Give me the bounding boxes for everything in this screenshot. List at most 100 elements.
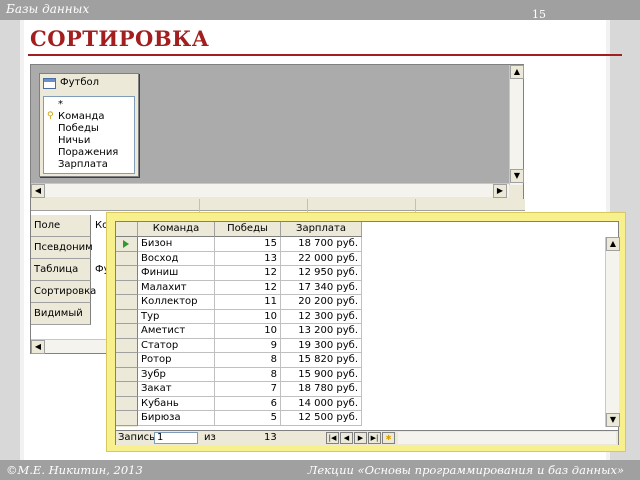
table-pane: Футбол * ⚲ Команда Победы Ничьи Поражени… (31, 65, 509, 183)
current-record-icon (123, 240, 129, 248)
scroll-down-button[interactable]: ▼ (510, 169, 524, 183)
column-header-team[interactable]: Команда (138, 222, 215, 237)
salary-cell[interactable]: 18 700 руб. (281, 237, 362, 252)
table-field-list-box[interactable]: Футбол * ⚲ Команда Победы Ничьи Поражени… (39, 73, 139, 177)
slide-title: СОРТИРОВКА (30, 26, 210, 51)
record-selector[interactable] (116, 382, 138, 397)
grid-row-label-sort: Сортировка (31, 281, 96, 303)
wins-cell[interactable]: 9 (215, 338, 281, 353)
salary-cell[interactable]: 12 300 руб. (281, 309, 362, 324)
footer-course: Лекции «Основы программирования и баз да… (307, 463, 624, 477)
salary-cell[interactable]: 15 820 руб. (281, 353, 362, 368)
record-navigator: Запись 1 из 13 |◀ ◀ ▶ ▶| ✱ (116, 430, 618, 445)
record-selector[interactable] (116, 411, 138, 426)
grid-row-label-alias: Псевдоним (31, 237, 93, 259)
record-selector[interactable] (116, 266, 138, 281)
record-selector[interactable] (116, 396, 138, 411)
scroll-up-button[interactable]: ▲ (606, 237, 620, 251)
record-selector[interactable] (116, 295, 138, 310)
record-selector[interactable] (116, 324, 138, 339)
slide-header-text: Базы данных (6, 2, 90, 16)
field-list: * ⚲ Команда Победы Ничьи Поражения Зарпл… (43, 96, 135, 174)
record-selector[interactable] (116, 237, 138, 252)
salary-cell[interactable]: 20 200 руб. (281, 295, 362, 310)
wins-cell[interactable]: 12 (215, 280, 281, 295)
wins-cell[interactable]: 8 (215, 353, 281, 368)
team-cell[interactable]: Восход (138, 251, 215, 266)
team-cell[interactable]: Аметист (138, 324, 215, 339)
datasheet-vscroll[interactable]: ▲ ▼ (605, 237, 620, 427)
team-cell[interactable]: Коллектор (138, 295, 215, 310)
team-cell[interactable]: Закат (138, 382, 215, 397)
team-cell[interactable]: Зубр (138, 367, 215, 382)
field-item[interactable]: Зарплата (58, 159, 108, 171)
last-record-button[interactable]: ▶| (368, 432, 381, 444)
record-selector[interactable] (116, 280, 138, 295)
wins-cell[interactable]: 12 (215, 266, 281, 281)
salary-cell[interactable]: 22 000 руб. (281, 251, 362, 266)
record-selector[interactable] (116, 367, 138, 382)
team-cell[interactable]: Кубань (138, 396, 215, 411)
grid-row-label-field: Поле (31, 215, 91, 237)
record-selector[interactable] (116, 309, 138, 324)
field-item[interactable]: * (58, 99, 63, 111)
primary-key-icon: ⚲ (47, 111, 54, 121)
team-cell[interactable]: Малахит (138, 280, 215, 295)
team-cell[interactable]: Финиш (138, 266, 215, 281)
next-record-button[interactable]: ▶ (354, 432, 367, 444)
wins-cell[interactable]: 13 (215, 251, 281, 266)
salary-cell[interactable]: 13 200 руб. (281, 324, 362, 339)
new-record-button[interactable]: ✱ (382, 432, 395, 444)
salary-cell[interactable]: 19 300 руб. (281, 338, 362, 353)
wins-cell[interactable]: 6 (215, 396, 281, 411)
record-selector[interactable] (116, 251, 138, 266)
salary-cell[interactable]: 15 900 руб. (281, 367, 362, 382)
grid-row-label-visible: Видимый (31, 303, 91, 325)
field-item[interactable]: Ничьи (58, 135, 90, 147)
field-item[interactable]: Команда (58, 111, 104, 123)
scroll-down-button[interactable]: ▼ (606, 413, 620, 427)
scroll-left-button[interactable]: ◀ (31, 340, 45, 354)
wins-cell[interactable]: 15 (215, 237, 281, 252)
team-cell[interactable]: Статор (138, 338, 215, 353)
wins-cell[interactable]: 10 (215, 324, 281, 339)
salary-cell[interactable]: 12 500 руб. (281, 411, 362, 426)
column-header-wins[interactable]: Победы (215, 222, 281, 237)
team-cell[interactable]: Тур (138, 309, 215, 324)
salary-cell[interactable]: 17 340 руб. (281, 280, 362, 295)
table-pane-hscroll[interactable]: ◀ ▶ (31, 183, 509, 198)
left-decor-stripe-inner (20, 20, 24, 460)
left-decor-stripe (0, 20, 20, 460)
wins-cell[interactable]: 7 (215, 382, 281, 397)
first-record-button[interactable]: |◀ (326, 432, 339, 444)
team-cell[interactable]: Бирюза (138, 411, 215, 426)
slide-number: 15 (532, 8, 546, 21)
scroll-left-button[interactable]: ◀ (31, 184, 45, 198)
slide-header-bar: Базы данных 15 (0, 0, 640, 21)
scroll-right-button[interactable]: ▶ (493, 184, 507, 198)
record-selector[interactable] (116, 338, 138, 353)
wins-cell[interactable]: 5 (215, 411, 281, 426)
record-of-label: из (204, 432, 216, 443)
scroll-up-button[interactable]: ▲ (510, 65, 524, 79)
wins-cell[interactable]: 10 (215, 309, 281, 324)
table-pane-vscroll[interactable]: ▲ ▼ (509, 65, 524, 185)
datasheet-hscroll[interactable] (398, 432, 616, 444)
field-item[interactable]: Поражения (58, 147, 118, 159)
footer-author: ©М.Е. Никитин, 2013 (6, 463, 143, 477)
salary-cell[interactable]: 14 000 руб. (281, 396, 362, 411)
record-number-input[interactable]: 1 (154, 432, 198, 444)
team-cell[interactable]: Бизон (138, 237, 215, 252)
salary-cell[interactable]: 18 780 руб. (281, 382, 362, 397)
table-box-header[interactable]: Футбол (40, 74, 138, 94)
record-selector[interactable] (116, 353, 138, 368)
previous-record-button[interactable]: ◀ (340, 432, 353, 444)
wins-cell[interactable]: 11 (215, 295, 281, 310)
field-item[interactable]: Победы (58, 123, 99, 135)
team-cell[interactable]: Ротор (138, 353, 215, 368)
salary-cell[interactable]: 12 950 руб. (281, 266, 362, 281)
column-header-salary[interactable]: Зарплата (281, 222, 362, 237)
record-total: 13 (264, 432, 277, 443)
wins-cell[interactable]: 8 (215, 367, 281, 382)
select-all-header[interactable] (116, 222, 138, 237)
